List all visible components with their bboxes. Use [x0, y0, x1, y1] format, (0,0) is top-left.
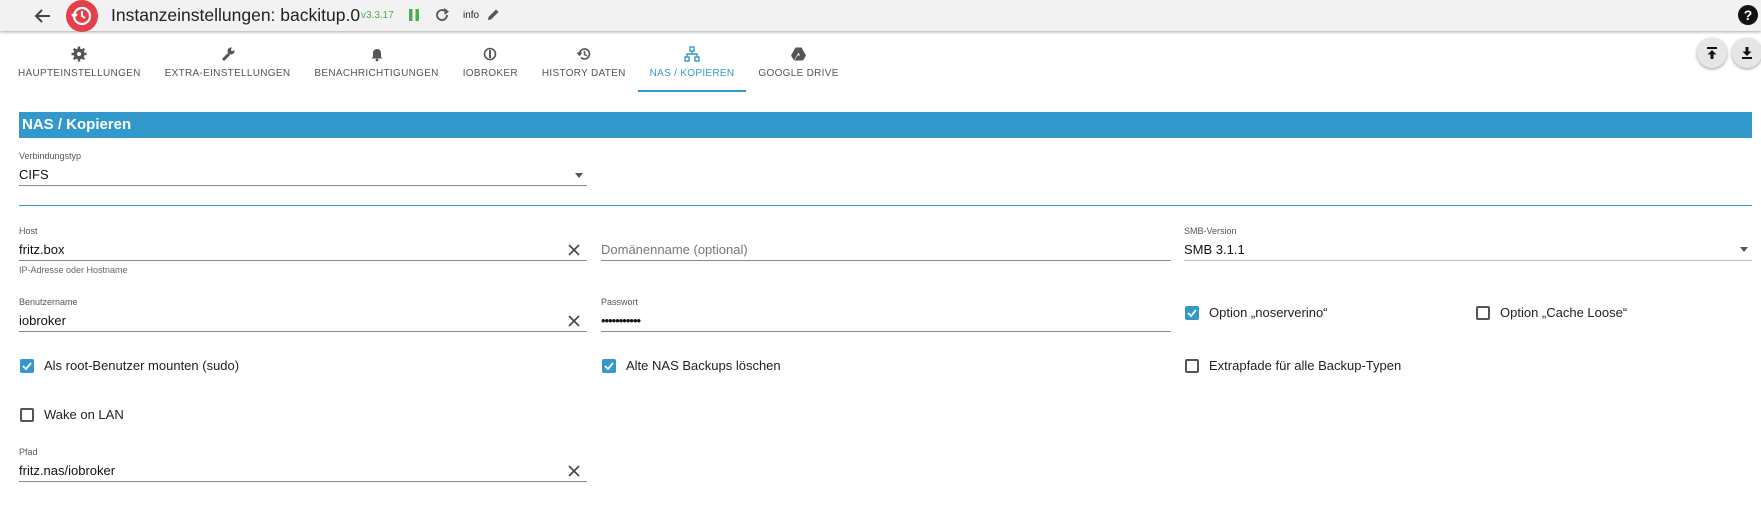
sudo-checkbox[interactable]: Als root-Benutzer mounten (sudo): [20, 358, 239, 373]
field-label: Verbindungstyp: [19, 151, 82, 161]
tab-label: GOOGLE DRIVE: [758, 68, 839, 79]
tab-benachrichtigungen[interactable]: BENACHRICHTIGUNGEN: [302, 38, 450, 92]
wrench-icon: [221, 47, 235, 62]
domain-field[interactable]: Domänenname (optional): [601, 226, 1171, 261]
network-icon: [684, 46, 700, 62]
google-drive-icon: [791, 47, 807, 61]
password-field[interactable]: Passwort •••••••••••: [601, 297, 1171, 332]
username-input[interactable]: iobroker: [19, 308, 587, 332]
tab-haupteinstellungen[interactable]: HAUPTEINSTELLUNGEN: [6, 38, 153, 92]
download-icon: [1742, 47, 1752, 59]
caret-down-icon: [1740, 247, 1748, 252]
wake-on-lan-checkbox[interactable]: Wake on LAN: [20, 407, 124, 422]
caret-down-icon: [575, 173, 583, 178]
checkbox-label: Extrapfade für alle Backup-Typen: [1209, 358, 1402, 373]
download-settings-button[interactable]: [1732, 38, 1761, 68]
tab-iobroker[interactable]: IOBROKER: [451, 38, 530, 92]
settings-tabs: HAUPTEINSTELLUNGEN EXTRA-EINSTELLUNGEN B…: [6, 38, 851, 92]
history-icon: [576, 48, 590, 60]
iobroker-icon: [483, 47, 497, 61]
tab-label: IOBROKER: [462, 68, 518, 79]
checkbox-unchecked-icon: [1476, 305, 1490, 320]
tab-nas-kopieren[interactable]: NAS / KOPIEREN: [637, 38, 747, 92]
arrow-left-icon: [34, 9, 50, 23]
checkbox-label: Alte NAS Backups löschen: [626, 358, 781, 373]
checkbox-checked-icon: [1185, 305, 1199, 320]
host-field[interactable]: Host fritz.box IP-Adresse oder Hostname: [19, 226, 587, 275]
username-field[interactable]: Benutzername iobroker: [19, 297, 587, 332]
tab-label: BENACHRICHTIGUNGEN: [314, 68, 439, 79]
tab-label: HISTORY DATEN: [541, 68, 626, 79]
host-input[interactable]: fritz.box: [19, 237, 587, 261]
select-value: SMB 3.1.1: [1184, 237, 1752, 261]
cache-loose-checkbox[interactable]: Option „Cache Loose“: [1476, 305, 1627, 320]
field-label: Pfad: [19, 447, 38, 457]
checkbox-label: Wake on LAN: [44, 407, 124, 422]
checkbox-label: Option „noserverino“: [1209, 305, 1328, 320]
checkbox-unchecked-icon: [1185, 358, 1199, 373]
upload-settings-button[interactable]: [1697, 38, 1727, 68]
upload-icon: [1707, 47, 1717, 59]
delete-old-backups-checkbox[interactable]: Alte NAS Backups löschen: [602, 358, 781, 373]
title-bar: Instanzeinstellungen: backitup.0 v3.3.17…: [0, 0, 1761, 32]
extra-paths-checkbox[interactable]: Extrapfade für alle Backup-Typen: [1185, 358, 1401, 373]
select-value: CIFS: [19, 162, 587, 186]
clear-icon[interactable]: [567, 314, 581, 328]
tab-history-daten[interactable]: HISTORY DATEN: [530, 38, 638, 92]
help-button[interactable]: ?: [1738, 5, 1758, 25]
bell-icon: [371, 49, 383, 62]
section-divider: [19, 205, 1752, 206]
page-title: Instanzeinstellungen: backitup.0: [111, 5, 361, 25]
reload-button[interactable]: [433, 6, 451, 24]
tab-google-drive[interactable]: GOOGLE DRIVE: [746, 38, 850, 92]
field-label: Passwort: [601, 297, 639, 307]
password-input[interactable]: •••••••••••: [601, 308, 1171, 332]
domain-input[interactable]: Domänenname (optional): [601, 237, 1171, 261]
tab-extra-einstellungen[interactable]: EXTRA-EINSTELLUNGEN: [153, 38, 303, 92]
tab-label: HAUPTEINSTELLUNGEN: [18, 68, 141, 79]
pause-icon: [409, 9, 419, 21]
path-field[interactable]: Pfad fritz.nas/iobroker: [19, 447, 587, 482]
back-button[interactable]: [32, 6, 54, 26]
connection-type-select[interactable]: Verbindungstyp CIFS: [19, 151, 587, 186]
field-label: Benutzername: [19, 297, 78, 307]
field-label: [601, 226, 1171, 237]
checkbox-label: Option „Cache Loose“: [1500, 305, 1628, 320]
smb-version-select[interactable]: SMB-Version SMB 3.1.1: [1184, 226, 1752, 261]
backitup-logo: [66, 0, 98, 32]
field-label: Host: [19, 226, 38, 236]
clear-icon[interactable]: [567, 464, 581, 478]
pause-button[interactable]: [407, 7, 421, 23]
gear-icon: [71, 46, 87, 62]
helper-text: IP-Adresse oder Hostname: [19, 265, 128, 275]
clear-icon[interactable]: [567, 243, 581, 257]
tab-label: NAS / KOPIEREN: [649, 68, 735, 79]
checkbox-unchecked-icon: [20, 407, 34, 422]
loglevel-label: info: [463, 10, 480, 21]
field-label: SMB-Version: [1184, 226, 1237, 236]
checkbox-checked-icon: [602, 358, 616, 373]
checkbox-label: Als root-Benutzer mounten (sudo): [44, 358, 240, 373]
checkbox-checked-icon: [20, 358, 34, 373]
path-input[interactable]: fritz.nas/iobroker: [19, 458, 587, 482]
reload-icon: [436, 8, 449, 21]
clock-backup-icon: [71, 6, 92, 26]
pencil-icon: [488, 9, 499, 20]
noserverino-checkbox[interactable]: Option „noserverino“: [1185, 305, 1328, 320]
tab-label: EXTRA-EINSTELLUNGEN: [164, 68, 291, 79]
section-header: NAS / Kopieren: [19, 112, 1752, 138]
edit-loglevel-button[interactable]: [486, 7, 501, 22]
version-label: v3.3.17: [361, 10, 394, 21]
